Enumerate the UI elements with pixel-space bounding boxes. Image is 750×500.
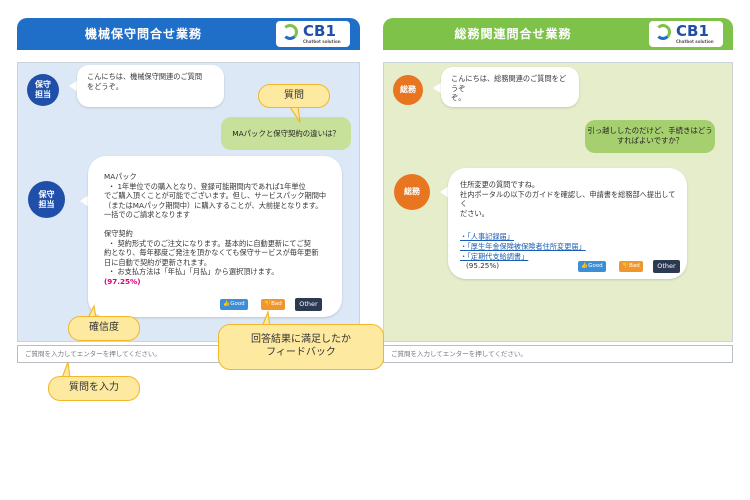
logo-text: CB1 [676, 22, 709, 40]
user-question-line-2: すればよいですか？ [616, 136, 684, 145]
greeting-line-1: こんにちは、総務関連のご質問をどうぞ [451, 74, 567, 93]
bad-label: Bad [271, 301, 282, 307]
user-question-line-1: 引っ越ししたのだけど、手続きはどう [587, 126, 713, 135]
confidence-callout: 確信度 [68, 316, 140, 341]
answer-line: （またはMAパック期間中）に購入することが、大前提となります。 [104, 200, 323, 210]
confidence-callout-text: 確信度 [89, 322, 119, 333]
greeting-line-2: をどうぞ。 [87, 81, 123, 91]
avatar-label-top: 保守 [35, 80, 51, 89]
logo-subtitle: Chatbot solution [303, 39, 341, 44]
other-label: Other [657, 262, 676, 270]
bad-label: Bad [629, 263, 640, 269]
avatar-label-top: 保守 [38, 189, 55, 199]
avatar-label: 総務 [400, 85, 416, 94]
left-user-question-bubble: MAパックと保守契約の違いは？ [221, 117, 351, 150]
bad-button[interactable]: 👎Bad [619, 261, 643, 272]
answer-line: ・ 1年単位での購入となり、登録可能期間内であれば1年単位 [108, 181, 306, 191]
input-placeholder: ご質問を入力してエンターを押してください。 [25, 350, 161, 358]
bad-button[interactable]: 👎Bad [261, 299, 285, 310]
input-placeholder: ご質問を入力してエンターを押してください。 [391, 350, 527, 358]
right-greeting-bubble: こんにちは、総務関連のご質問をどうぞ ぞ。 [441, 67, 579, 107]
left-greeting-bubble: こんにちは、機械保守関連のご質問 をどうぞ。 [77, 65, 224, 107]
good-button[interactable]: 👍Good [578, 261, 606, 272]
good-label: Good [588, 263, 603, 269]
avatar-label-bottom: 担当 [38, 199, 55, 209]
feedback-callout: 回答結果に満足したか フィードバック [218, 324, 384, 370]
input-callout-text: 質問を入力 [69, 382, 119, 393]
answer-line-3: ださい。 [460, 208, 489, 218]
link-commute-allowance[interactable]: ・「定期代支給調書」 [460, 252, 677, 262]
right-header-title: 総務関連問合せ業務 [454, 27, 572, 41]
feedback-callout-line-2: フィードバック [266, 347, 336, 358]
logo-subtitle: Chatbot solution [676, 39, 714, 44]
user-question-text: MAパックと保守契約の違いは？ [232, 129, 340, 138]
logo-ring-icon [655, 24, 671, 40]
answer-line [104, 220, 330, 229]
other-button[interactable]: Other [295, 298, 322, 311]
left-bot-avatar: 保守 担当 [27, 74, 59, 106]
answer-line: ・ 契約形式でのご注文になります。基本的に自動更新にてご契 [108, 238, 311, 248]
left-bot-avatar-2: 保守 担当 [28, 181, 65, 218]
question-callout-text: 質問 [284, 90, 304, 101]
right-cb1-logo: CB1 Chatbot solution [649, 21, 723, 47]
answer-line: 日に自動で契約が更新されます。 [104, 257, 212, 267]
other-button[interactable]: Other [653, 260, 680, 273]
right-answer-bubble: 住所変更の質問ですね。 社内ポータルの以下のガイドを確認し、申請書を総務部へ提出… [448, 168, 687, 279]
confidence-score: (95.25%) [466, 261, 500, 271]
link-personnel-record[interactable]: ・「人事記録届」 [460, 232, 677, 242]
logo-text: CB1 [303, 22, 336, 40]
answer-line: 一括でのご請求となります [104, 210, 191, 220]
answer-line: でご購入頂くことが可能でございます。但し、サービスパック期間中 [104, 191, 327, 201]
question-callout: 質問 [258, 84, 330, 108]
right-question-input[interactable]: ご質問を入力してエンターを押してください。 [383, 345, 733, 363]
answer-line-2: 社内ポータルの以下のガイドを確認し、申請書を総務部へ提出してく [460, 189, 676, 209]
confidence-score: (97.25%) [104, 276, 141, 286]
logo-ring-icon [282, 24, 298, 40]
greeting-line-2: ぞ。 [451, 93, 466, 103]
good-label: Good [230, 301, 245, 307]
right-user-question-bubble: 引っ越ししたのだけど、手続きはどう すればよいですか？ [585, 120, 715, 153]
other-label: Other [299, 300, 318, 308]
greeting-line-1: こんにちは、機械保守関連のご質問 [87, 72, 203, 81]
left-header-title: 機械保守問合せ業務 [84, 27, 202, 41]
answer-line: ・ お支払方法は「年払」「月払」から選択頂けます。 [108, 267, 279, 277]
right-bot-avatar-2: 総務 [394, 174, 430, 210]
avatar-label: 総務 [404, 187, 420, 196]
avatar-label-bottom: 担当 [35, 90, 51, 99]
left-answer-bubble: MAパック ・ 1年単位での購入となり、登録可能期間内であれば1年単位 でご購入… [88, 156, 342, 317]
left-header: 機械保守問合せ業務 CB1 Chatbot solution [17, 18, 360, 50]
good-button[interactable]: 👍Good [220, 299, 248, 310]
feedback-callout-line-1: 回答結果に満足したか [251, 334, 351, 345]
link-pension-address-change[interactable]: ・「厚生年金保険被保険者住所変更届」 [460, 242, 677, 252]
right-bot-avatar: 総務 [393, 75, 423, 105]
right-header: 総務関連問合せ業務 CB1 Chatbot solution [383, 18, 733, 50]
input-callout: 質問を入力 [48, 376, 140, 401]
answer-line: MAパック [104, 172, 137, 181]
answer-line-1: 住所変更の質問ですね。 [460, 180, 540, 189]
answer-line: 保守契約 [104, 228, 133, 238]
answer-line: 約となり、毎年都度ご発注を頂かなくても保守サービスが毎年更新 [104, 248, 319, 258]
left-cb1-logo: CB1 Chatbot solution [276, 21, 350, 47]
